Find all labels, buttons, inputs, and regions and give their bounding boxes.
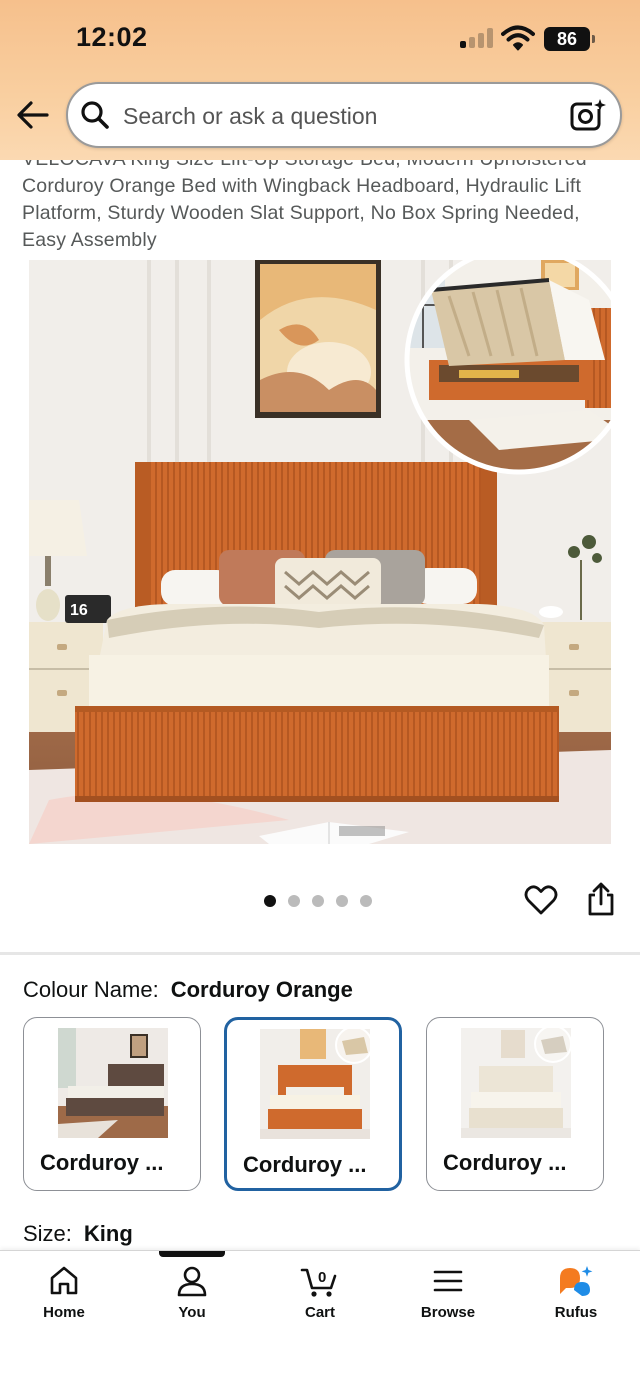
product-title: VELOCAVA King Size Lift-Up Storage Bed, …	[22, 160, 587, 251]
swatch-label: Corduroy ...	[40, 1150, 164, 1175]
cart-count: 0	[318, 1269, 326, 1286]
battery-indicator: 86	[544, 27, 595, 51]
nav-active-indicator	[159, 1251, 225, 1257]
person-icon	[177, 1266, 207, 1297]
carousel-dot[interactable]	[264, 895, 276, 907]
carousel-dot[interactable]	[312, 895, 324, 907]
rufus-icon	[560, 1266, 593, 1296]
nav-label: Rufus	[554, 1304, 598, 1321]
colour-swatch-option-2[interactable]: Corduroy ...	[224, 1017, 402, 1191]
product-image[interactable]: 16	[29, 260, 611, 844]
back-arrow-icon[interactable]	[14, 96, 52, 134]
carousel-dot[interactable]	[336, 895, 348, 907]
heart-icon[interactable]	[524, 884, 558, 916]
signal-icon	[460, 28, 494, 48]
swatch-thumbnail	[461, 1028, 571, 1138]
share-icon[interactable]	[585, 881, 617, 917]
swatch-label: Corduroy ...	[443, 1150, 567, 1175]
colour-name-label: Colour Name:	[23, 977, 159, 1002]
nav-you[interactable]: You	[142, 1264, 242, 1334]
wifi-icon	[501, 25, 535, 51]
nav-label: Cart	[304, 1304, 335, 1321]
search-icon	[81, 101, 109, 129]
nav-label: You	[178, 1304, 206, 1321]
product-title-container: VELOCAVA King Size Lift-Up Storage Bed, …	[0, 160, 640, 256]
swatch-thumbnail	[260, 1029, 370, 1139]
section-divider	[0, 952, 640, 955]
nav-label: Home	[43, 1304, 85, 1321]
search-input[interactable]: Search or ask a question	[123, 103, 377, 130]
size-row: Size: King	[23, 1221, 133, 1247]
swatch-thumbnail	[58, 1028, 168, 1138]
colour-swatch-option-1[interactable]: Corduroy ...	[23, 1017, 201, 1191]
camera-lens-icon[interactable]	[569, 97, 607, 133]
nav-home[interactable]: Home	[14, 1264, 114, 1334]
colour-name-value: Corduroy Orange	[170, 977, 353, 1002]
home-icon	[50, 1266, 78, 1295]
colour-swatch-option-3[interactable]: Corduroy ...	[426, 1017, 604, 1191]
swatch-label: Corduroy ...	[243, 1152, 367, 1177]
status-time: 12:02	[76, 22, 148, 52]
nav-browse[interactable]: Browse	[398, 1264, 498, 1334]
carousel-dot[interactable]	[360, 895, 372, 907]
clock-digits: 16	[70, 602, 88, 619]
colour-name-row: Colour Name: Corduroy Orange	[23, 977, 353, 1003]
size-label: Size:	[23, 1221, 72, 1246]
nav-cart[interactable]: 0 Cart	[270, 1264, 370, 1334]
size-value: King	[83, 1221, 133, 1246]
cart-icon: 0	[300, 1268, 337, 1297]
nav-rufus[interactable]: Rufus	[526, 1264, 626, 1334]
nav-label: Browse	[420, 1304, 476, 1321]
carousel-dot[interactable]	[288, 895, 300, 907]
menu-icon	[433, 1270, 463, 1292]
